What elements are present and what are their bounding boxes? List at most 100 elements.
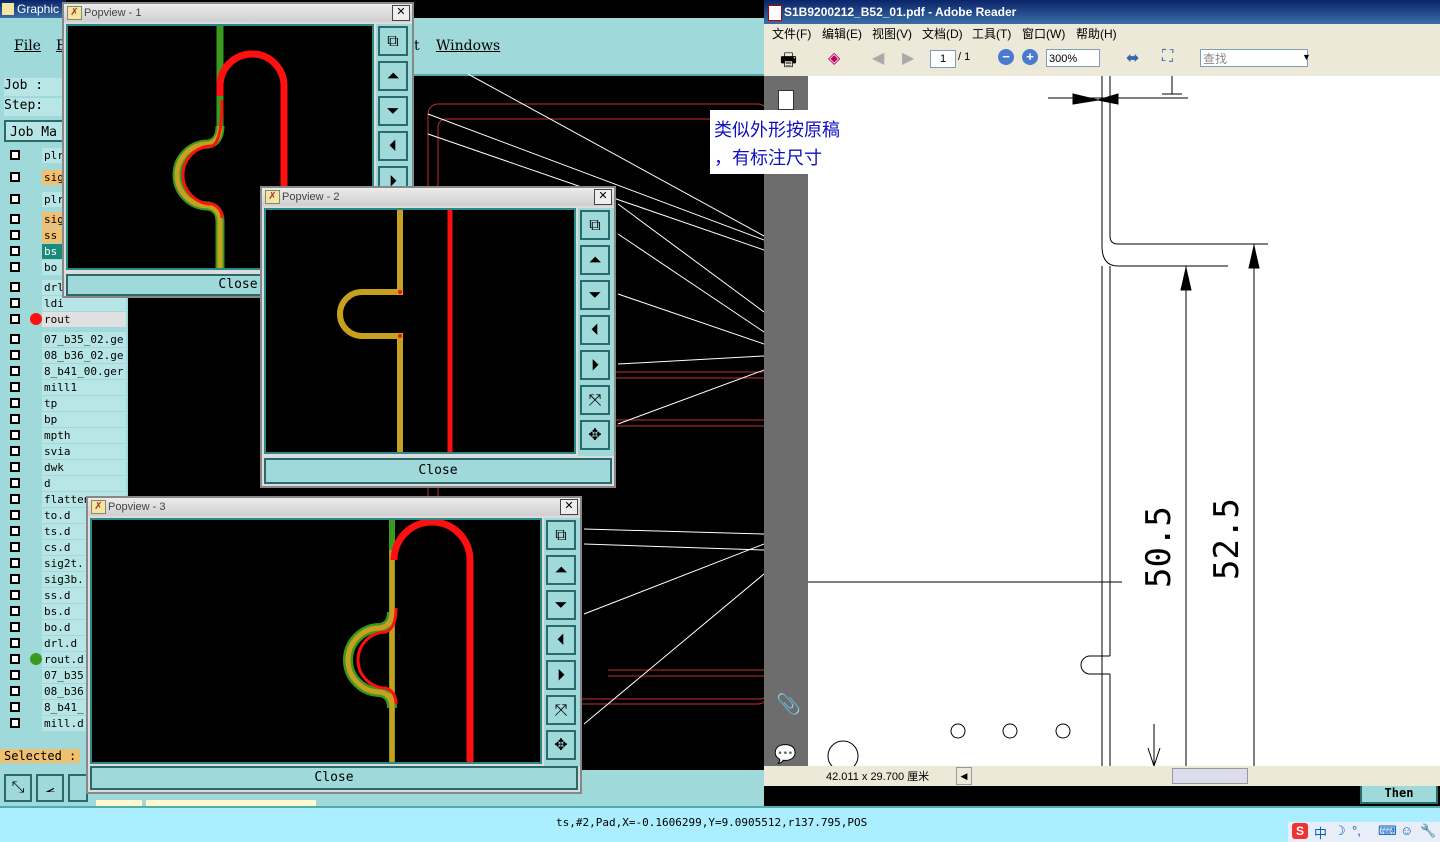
layer-row[interactable]: 8_b41_00.ger [4, 364, 126, 379]
layer-checkbox[interactable] [10, 478, 20, 488]
menu-partial[interactable]: t [414, 38, 420, 54]
share-icon[interactable]: ◈ [828, 48, 840, 68]
pan-up-icon[interactable]: ⏶ [580, 245, 610, 275]
layer-checkbox[interactable] [10, 574, 20, 584]
reader-menu-help[interactable]: 帮助(H) [1076, 25, 1117, 42]
layer-checkbox[interactable] [10, 718, 20, 728]
layer-row[interactable]: d [4, 476, 126, 491]
resize-icon[interactable]: ⤡ [4, 774, 32, 802]
layer-name[interactable]: ldi [42, 296, 126, 311]
page-number-input[interactable]: 1 [930, 50, 956, 68]
horizontal-scrollbar[interactable]: 42.011 x 29.700 厘米 ◀ [808, 766, 1440, 786]
zoom-home-icon[interactable]: ⧉ [378, 26, 408, 56]
toolbar-button[interactable] [68, 774, 88, 802]
keyboard-icon[interactable]: ⌨ [1378, 823, 1397, 839]
measure-icon[interactable]: ⦟ [36, 774, 64, 802]
reader-menu-file[interactable]: 文件(F) [772, 25, 811, 42]
layer-checkbox[interactable] [10, 414, 20, 424]
close-icon[interactable]: ✕ [392, 5, 410, 21]
layer-checkbox[interactable] [10, 350, 20, 360]
layer-checkbox[interactable] [10, 194, 20, 204]
layer-checkbox[interactable] [10, 298, 20, 308]
layer-checkbox[interactable] [10, 558, 20, 568]
layer-row[interactable]: mill1 [4, 380, 126, 395]
layer-name[interactable]: svia [42, 444, 126, 459]
comments-icon[interactable]: 💬 [774, 744, 796, 765]
prev-page-icon[interactable]: ◀ [872, 48, 884, 68]
layer-checkbox[interactable] [10, 382, 20, 392]
print-icon[interactable]: 🖶 [780, 48, 797, 78]
job-manager-button[interactable]: Job Ma [4, 120, 64, 142]
zoom-home-icon[interactable]: ⧉ [580, 210, 610, 240]
popview-canvas[interactable] [264, 208, 576, 454]
layer-checkbox[interactable] [10, 590, 20, 600]
pdf-page[interactable]: 50.5 52.5 [808, 76, 1440, 766]
layer-row[interactable]: ldi [4, 296, 126, 311]
layer-checkbox[interactable] [10, 172, 20, 182]
attachment-icon[interactable]: 📎 [776, 692, 801, 717]
pan-up-icon[interactable]: ⏶ [378, 61, 408, 91]
popview-canvas[interactable] [90, 518, 542, 764]
pages-icon[interactable] [778, 90, 794, 110]
layer-checkbox[interactable] [10, 654, 20, 664]
layer-checkbox[interactable] [10, 446, 20, 456]
menu-file[interactable]: File [14, 38, 41, 54]
layer-name[interactable]: mill1 [42, 380, 126, 395]
zoom-select[interactable]: 300% [1046, 49, 1100, 67]
layer-checkbox[interactable] [10, 398, 20, 408]
layer-name[interactable]: 08_b36_02.ge [42, 348, 126, 363]
pan-left-icon[interactable]: ⏴ [580, 315, 610, 345]
pan-left-icon[interactable]: ⏴ [378, 131, 408, 161]
layer-row[interactable]: dwk [4, 460, 126, 475]
pan-down-icon[interactable]: ⏷ [580, 280, 610, 310]
menu-windows[interactable]: Windows [436, 38, 500, 54]
layer-checkbox[interactable] [10, 542, 20, 552]
pan-down-icon[interactable]: ⏷ [378, 96, 408, 126]
layer-checkbox[interactable] [10, 314, 20, 324]
zoom-in-icon[interactable]: ⤧ [546, 695, 576, 725]
ime-mode[interactable]: 中 [1314, 823, 1327, 842]
pan-down-icon[interactable]: ⏷ [546, 590, 576, 620]
reader-menu-view[interactable]: 视图(V) [872, 25, 912, 42]
reader-menu-edit[interactable]: 编辑(E) [822, 25, 862, 42]
moon-icon[interactable]: ☽ [1334, 823, 1346, 839]
layer-row[interactable]: tp [4, 396, 126, 411]
zoom-out-icon[interactable]: − [998, 49, 1014, 65]
reader-menu-window[interactable]: 窗口(W) [1022, 25, 1065, 42]
zoom-out-icon[interactable]: ✥ [546, 730, 576, 760]
layer-checkbox[interactable] [10, 230, 20, 240]
next-page-icon[interactable]: ▶ [902, 48, 914, 68]
user-icon[interactable]: ☺ [1400, 823, 1413, 838]
layer-checkbox[interactable] [10, 462, 20, 472]
layer-name[interactable]: rout [42, 312, 126, 327]
layer-checkbox[interactable] [10, 622, 20, 632]
layer-checkbox[interactable] [10, 282, 20, 292]
layer-row[interactable]: 08_b36_02.ge [4, 348, 126, 363]
layer-row[interactable]: bp [4, 412, 126, 427]
scroll-left-icon[interactable]: ◀ [956, 767, 972, 785]
layer-name[interactable]: d [42, 476, 126, 491]
layer-checkbox[interactable] [10, 702, 20, 712]
layer-name[interactable]: bp [42, 412, 126, 427]
pan-right-icon[interactable]: ⏵ [580, 350, 610, 380]
layer-name[interactable]: tp [42, 396, 126, 411]
punct-icon[interactable]: °, [1352, 823, 1361, 838]
layer-checkbox[interactable] [10, 334, 20, 344]
zoom-out-icon[interactable]: ✥ [580, 420, 610, 450]
zoom-in-icon[interactable]: + [1022, 49, 1038, 65]
popview-close-button[interactable]: Close [90, 766, 578, 790]
pan-right-icon[interactable]: ⏵ [546, 660, 576, 690]
search-input[interactable]: 查找 [1200, 49, 1308, 67]
layer-checkbox[interactable] [10, 510, 20, 520]
reader-menu-tools[interactable]: 工具(T) [972, 25, 1011, 42]
layer-checkbox[interactable] [10, 638, 20, 648]
reader-menu-document[interactable]: 文档(D) [922, 25, 963, 42]
zoom-in-icon[interactable]: ⤧ [580, 385, 610, 415]
search-dropdown-icon[interactable]: ▼ [1302, 52, 1311, 62]
layer-checkbox[interactable] [10, 494, 20, 504]
close-icon[interactable]: ✕ [560, 499, 578, 515]
layer-checkbox[interactable] [10, 670, 20, 680]
layer-row[interactable]: svia [4, 444, 126, 459]
layer-name[interactable]: dwk [42, 460, 126, 475]
then-button[interactable]: Then [1360, 784, 1438, 804]
